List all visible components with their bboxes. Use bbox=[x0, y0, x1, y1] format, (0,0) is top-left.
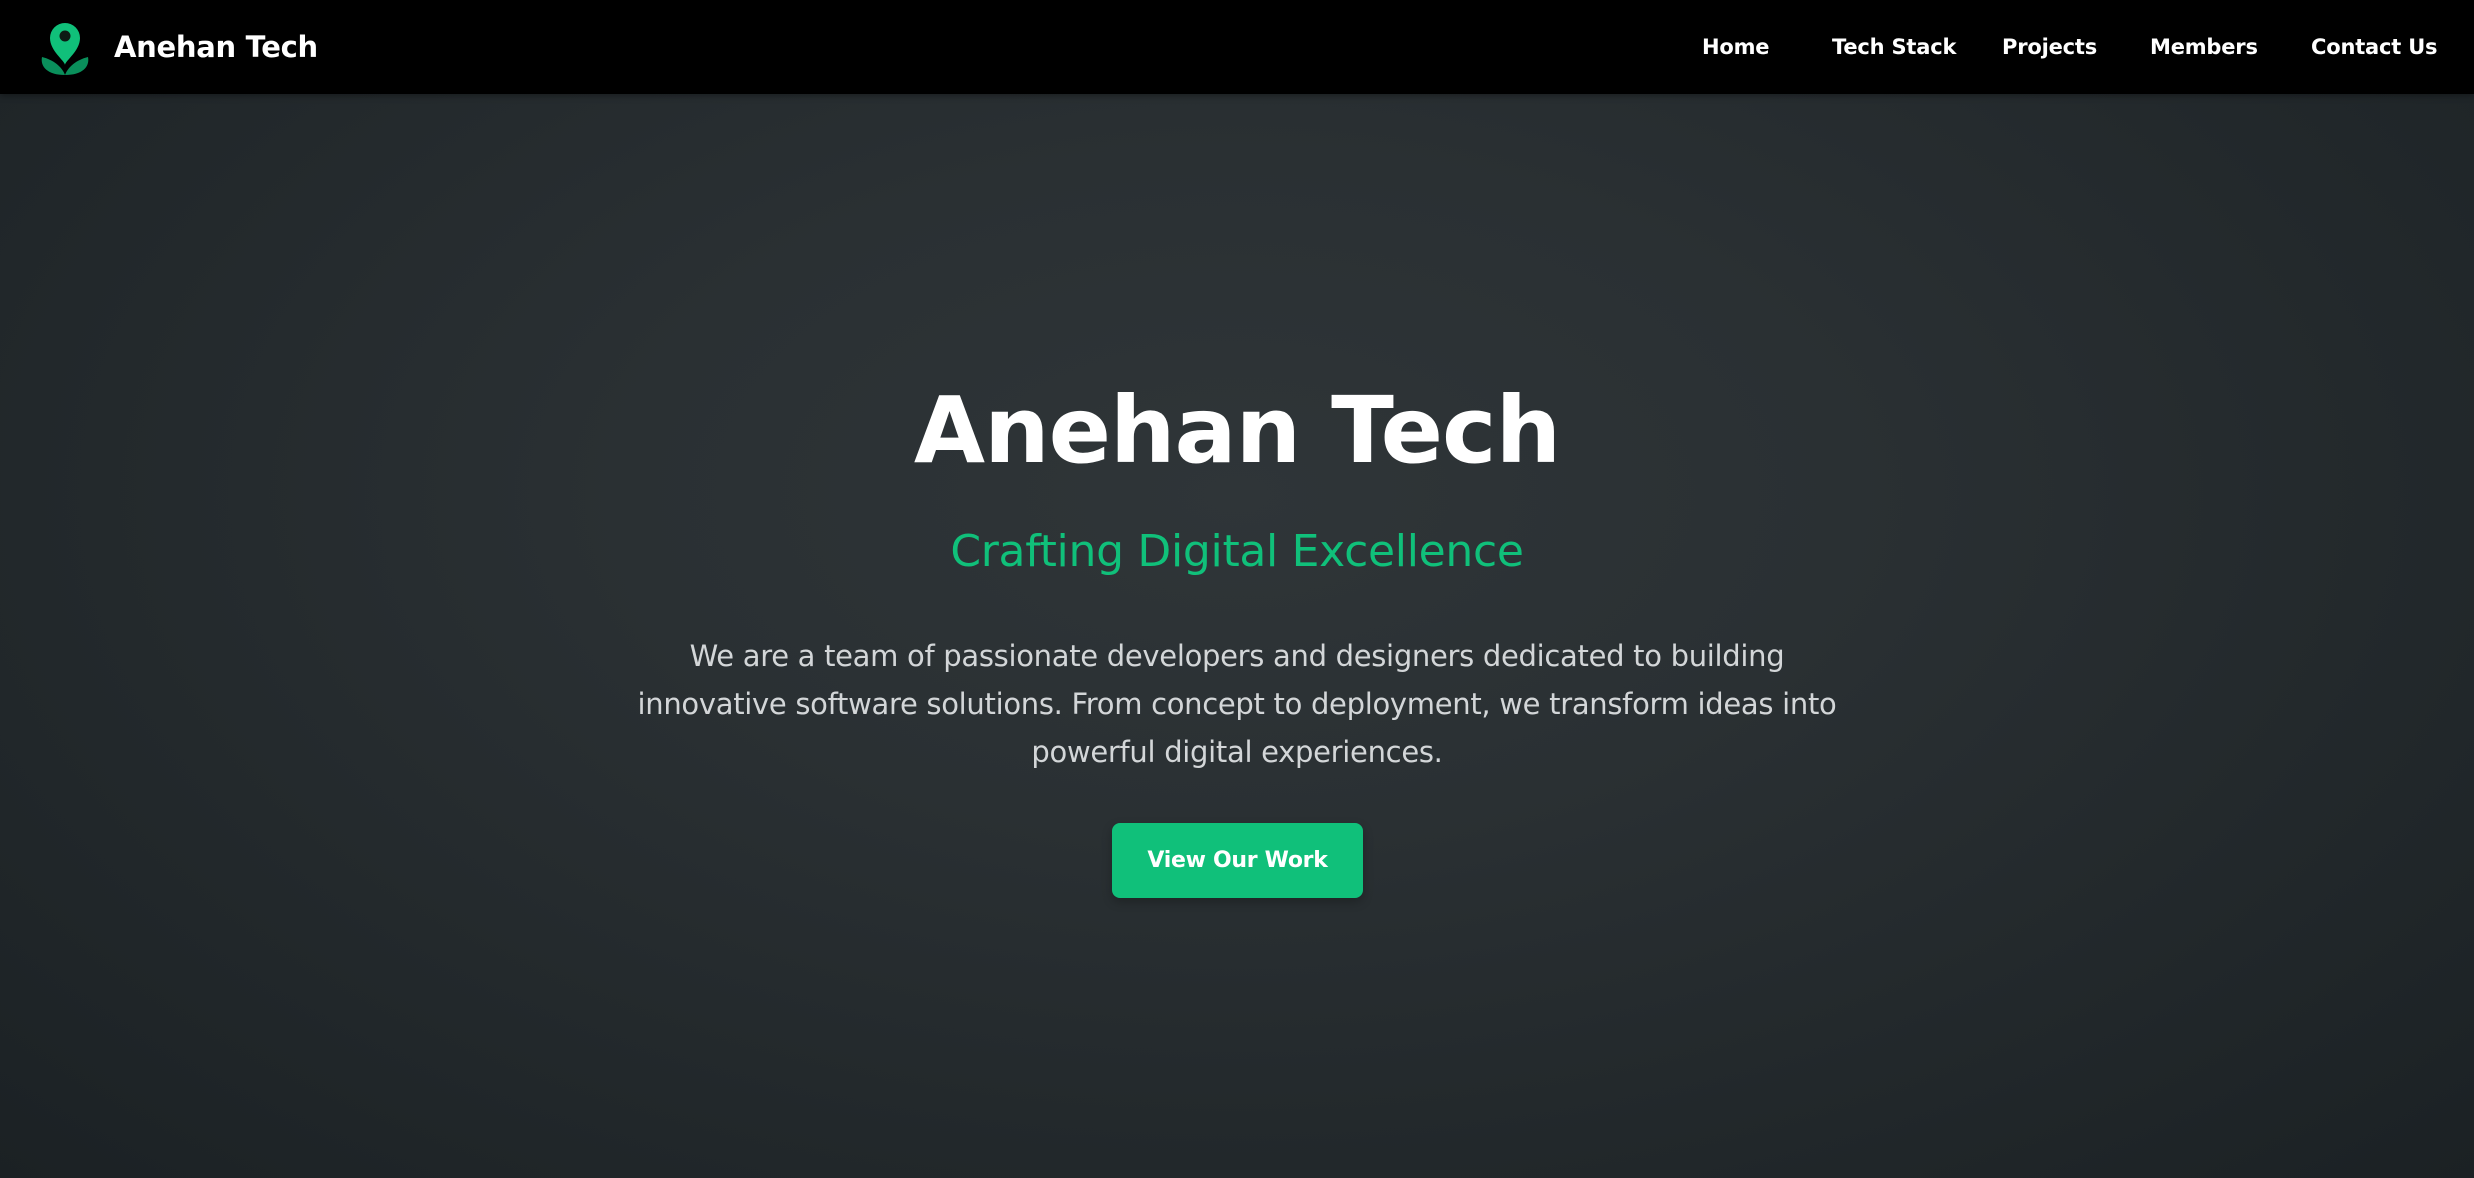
nav-link-projects[interactable]: Projects bbox=[2002, 0, 2097, 94]
nav-link-tech-stack[interactable]: Tech Stack bbox=[1832, 0, 1956, 94]
hero-subtitle: Crafting Digital Excellence bbox=[950, 526, 1524, 577]
hero-description: We are a team of passionate developers a… bbox=[637, 639, 1837, 769]
brand-name: Anehan Tech bbox=[114, 30, 318, 64]
navbar: Anehan Tech Home Tech Stack Projects Mem… bbox=[0, 0, 2474, 94]
nav-link-contact-us[interactable]: Contact Us bbox=[2311, 0, 2438, 94]
hero-section: Anehan Tech Crafting Digital Excellence … bbox=[0, 94, 2474, 1178]
nav-link-members[interactable]: Members bbox=[2150, 0, 2258, 94]
hero-title: Anehan Tech bbox=[913, 377, 1561, 484]
nav-links: Home Tech Stack Projects Members Contact… bbox=[1660, 0, 2440, 94]
nav-link-home[interactable]: Home bbox=[1702, 0, 1770, 94]
leaf-sprout-pin-icon bbox=[41, 23, 89, 75]
view-our-work-button[interactable]: View Our Work bbox=[1112, 823, 1363, 898]
brand[interactable]: Anehan Tech bbox=[36, 17, 318, 77]
